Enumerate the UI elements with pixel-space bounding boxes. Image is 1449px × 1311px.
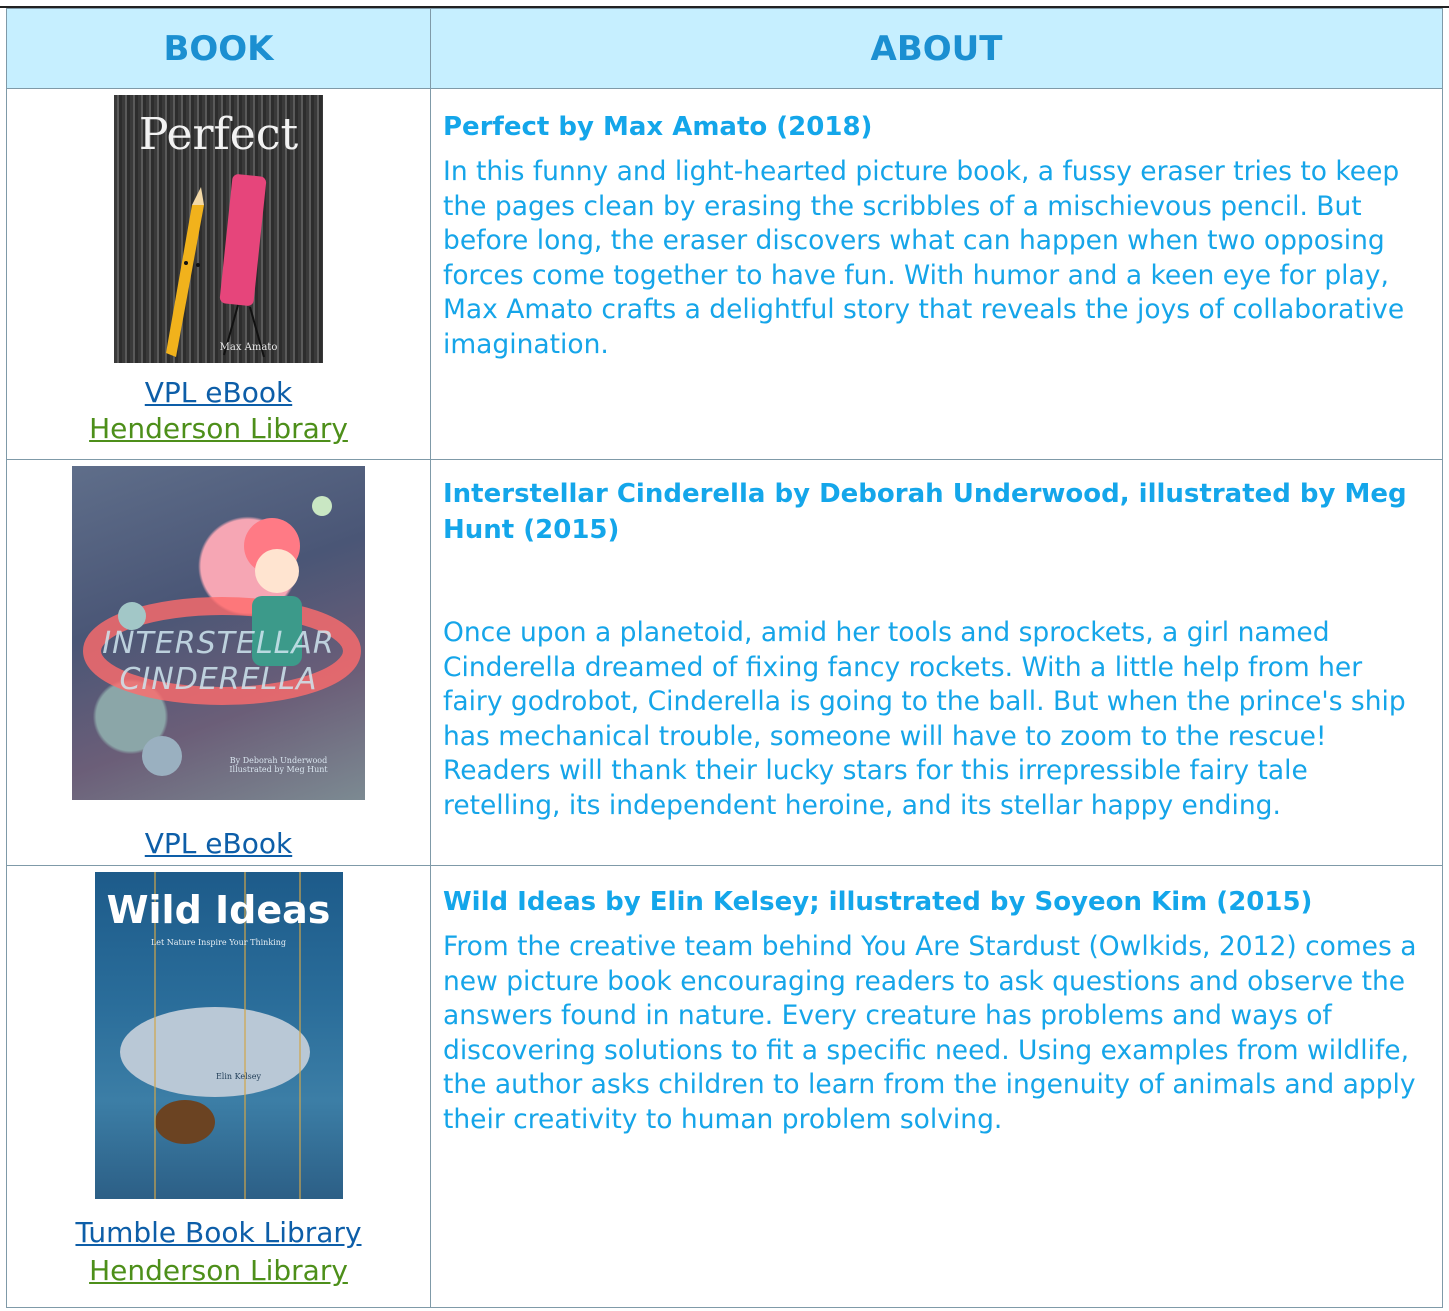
- book-title: Wild Ideas by Elin Kelsey; illustrated b…: [443, 887, 1313, 917]
- book-description: In this funny and light-hearted picture …: [443, 156, 1405, 360]
- books-table: BOOK ABOUT Perfect Max Amato VPL eBook H…: [6, 8, 1443, 1308]
- cover-subtitle: Let Nature Inspire Your Thinking: [150, 938, 287, 947]
- link-vpl-ebook[interactable]: VPL eBook: [7, 826, 430, 862]
- book-cover-perfect[interactable]: Perfect Max Amato: [114, 95, 323, 363]
- book-cell-wild-ideas: Wild Ideas Let Nature Inspire Your Think…: [6, 865, 431, 1308]
- top-border: [0, 0, 1449, 8]
- cover-author: Max Amato: [219, 342, 278, 353]
- table-row: Wild Ideas Let Nature Inspire Your Think…: [6, 865, 1443, 1308]
- link-henderson-library[interactable]: Henderson Library: [7, 1253, 430, 1289]
- table-header-row: BOOK ABOUT: [6, 8, 1443, 89]
- cover-author: Elin Kelsey: [215, 1072, 262, 1081]
- cover-author: By Deborah Underwood Illustrated by Meg …: [229, 756, 328, 774]
- book-description: From the creative team behind You Are St…: [443, 931, 1417, 1135]
- book-title: Perfect by Max Amato (2018): [443, 112, 873, 142]
- book-description: Once upon a planetoid, amid her tools an…: [443, 617, 1406, 821]
- book-title: Interstellar Cinderella by Deborah Under…: [443, 479, 1407, 545]
- header-about: ABOUT: [430, 8, 1443, 89]
- about-cell-perfect: Perfect by Max Amato (2018) In this funn…: [430, 88, 1443, 460]
- about-cell-wild-ideas: Wild Ideas by Elin Kelsey; illustrated b…: [430, 865, 1443, 1308]
- cover-title: Wild Ideas: [106, 888, 331, 932]
- link-tumble-book-library[interactable]: Tumble Book Library: [7, 1215, 430, 1251]
- cover-illustration: [166, 174, 267, 358]
- about-cell-interstellar-cinderella: Interstellar Cinderella by Deborah Under…: [430, 459, 1443, 866]
- book-cell-interstellar-cinderella: INTERSTELLAR CINDERELLA By Deborah Under…: [6, 459, 431, 866]
- header-book: BOOK: [6, 8, 431, 89]
- cover-title: INTERSTELLAR CINDERELLA: [102, 626, 335, 697]
- book-cover-interstellar-cinderella[interactable]: INTERSTELLAR CINDERELLA By Deborah Under…: [72, 466, 365, 800]
- book-cover-wild-ideas[interactable]: Wild Ideas Let Nature Inspire Your Think…: [94, 872, 343, 1199]
- book-cell-perfect: Perfect Max Amato VPL eBook Henderson Li…: [6, 88, 431, 460]
- link-henderson-library[interactable]: Henderson Library: [7, 411, 430, 447]
- table-row: Perfect Max Amato VPL eBook Henderson Li…: [6, 88, 1443, 460]
- table-row: INTERSTELLAR CINDERELLA By Deborah Under…: [6, 459, 1443, 866]
- link-vpl-ebook[interactable]: VPL eBook: [7, 375, 430, 411]
